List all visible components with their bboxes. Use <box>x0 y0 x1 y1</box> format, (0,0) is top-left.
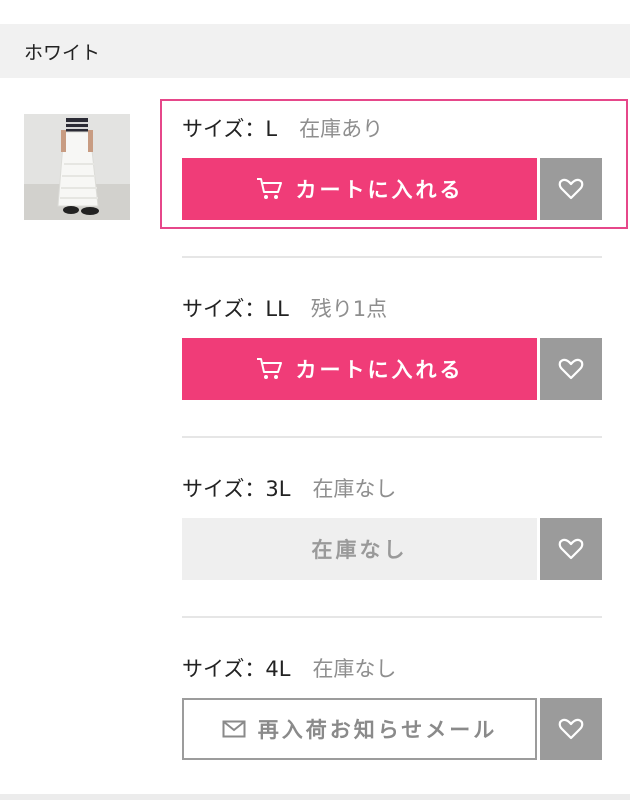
size-row-l: サイズ：L 在庫あり <box>182 113 383 143</box>
restock-notify-button[interactable]: 再入荷お知らせメール <box>182 698 537 760</box>
favorite-button[interactable] <box>540 338 602 400</box>
size-label: サイズ：3L <box>182 477 291 501</box>
top-spacer <box>0 0 630 24</box>
divider <box>182 616 602 618</box>
size-label: サイズ：LL <box>182 297 289 321</box>
button-label: 再入荷お知らせメール <box>257 718 498 742</box>
stock-status: 在庫あり <box>299 117 384 141</box>
size-label: サイズ：L <box>182 117 278 141</box>
stock-status: 在庫なし <box>312 477 397 501</box>
favorite-button[interactable] <box>540 518 602 580</box>
product-thumbnail <box>24 114 130 220</box>
heart-icon <box>558 718 584 740</box>
out-of-stock-button: 在庫なし <box>182 518 537 580</box>
stock-status: 残り1点 <box>310 297 388 321</box>
cart-icon <box>256 357 284 381</box>
stock-status: 在庫なし <box>312 657 397 681</box>
size-row-4l: サイズ：4L 在庫なし <box>182 653 396 683</box>
product-image <box>24 114 130 220</box>
button-label: カートに入れる <box>295 358 464 382</box>
cart-icon <box>256 177 284 201</box>
heart-icon <box>558 178 584 200</box>
color-name: ホワイト <box>24 41 101 64</box>
add-to-cart-button[interactable]: カートに入れる <box>182 338 537 400</box>
heart-icon <box>558 358 584 380</box>
bottom-strip <box>0 794 630 800</box>
product-size-panel: ホワイト サイズ：L 在庫あり カートに入れる サイズ：LL 残り1点 カートに… <box>0 0 630 800</box>
favorite-button[interactable] <box>540 158 602 220</box>
size-label: サイズ：4L <box>182 657 291 681</box>
size-row-ll: サイズ：LL 残り1点 <box>182 293 387 323</box>
divider <box>182 436 602 438</box>
add-to-cart-button[interactable]: カートに入れる <box>182 158 537 220</box>
button-label: 在庫なし <box>311 538 408 562</box>
button-label: カートに入れる <box>295 178 464 202</box>
heart-icon <box>558 538 584 560</box>
mail-icon <box>222 720 246 738</box>
color-header: ホワイト <box>0 24 630 78</box>
favorite-button[interactable] <box>540 698 602 760</box>
divider <box>182 256 602 258</box>
size-row-3l: サイズ：3L 在庫なし <box>182 473 396 503</box>
